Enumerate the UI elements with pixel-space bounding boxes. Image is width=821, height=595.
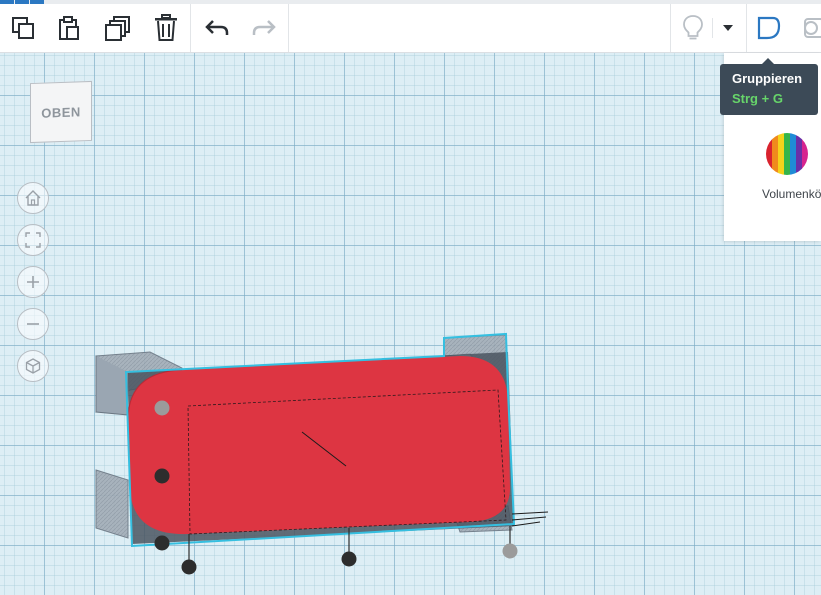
tinkercad-editor: OBEN Volumenkö Gruppieren Strg + G	[0, 0, 821, 595]
shape-category-label[interactable]: Volumenkö	[762, 187, 821, 201]
hole-shape-bottom-left[interactable]	[95, 469, 129, 539]
resize-handle[interactable]	[154, 468, 170, 484]
scene-viewport	[95, 332, 549, 575]
measure-line	[511, 511, 549, 515]
measure-line	[511, 516, 547, 521]
resize-handle[interactable]	[154, 535, 170, 551]
resize-handle[interactable]	[341, 551, 357, 567]
tooltip-shortcut: Strg + G	[732, 91, 783, 106]
tooltip-arrow	[762, 58, 774, 64]
resize-handle[interactable]	[502, 543, 518, 559]
group-tooltip: Gruppieren Strg + G	[720, 58, 818, 115]
tooltip-title: Gruppieren	[732, 71, 803, 86]
rainbow-cylinder-icon[interactable]	[766, 133, 808, 175]
measure-line	[511, 521, 541, 527]
height-handle[interactable]	[181, 559, 197, 575]
resize-handle[interactable]	[154, 400, 170, 416]
